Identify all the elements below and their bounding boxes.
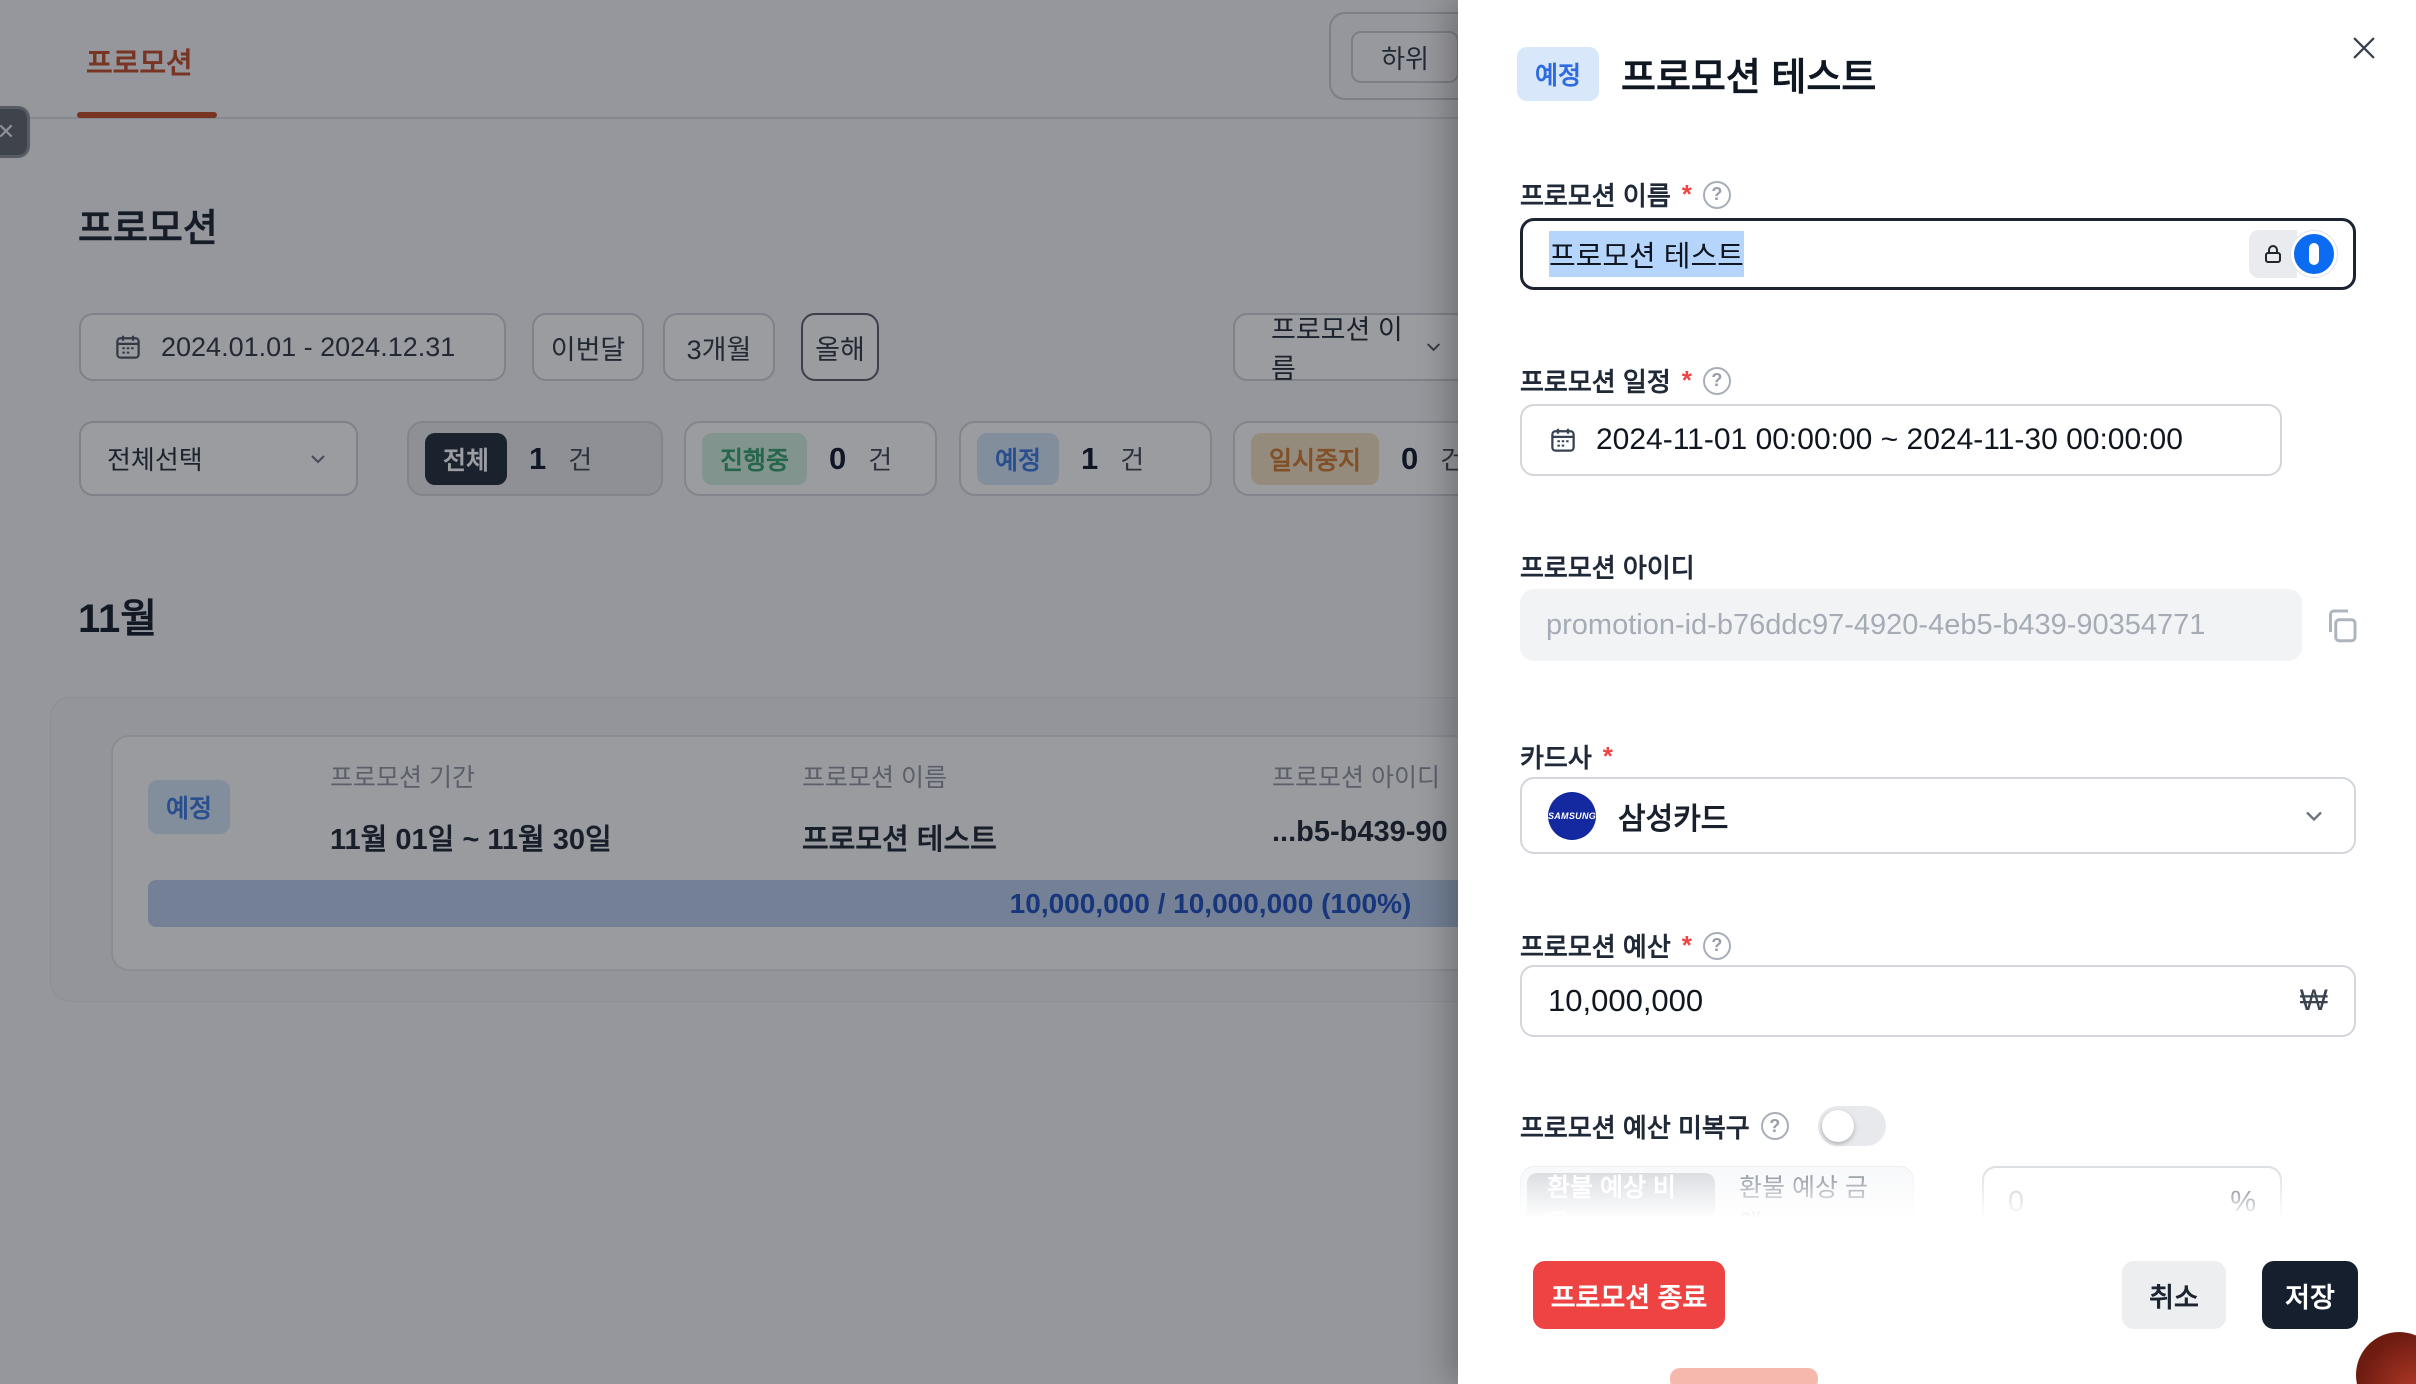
required-asterisk: *: [1603, 741, 1613, 772]
drawer-title: 프로모션 테스트: [1621, 46, 1876, 101]
won-currency-icon: ₩: [2300, 984, 2328, 1018]
drawer-status-badge: 예정: [1517, 47, 1599, 101]
corner-artifact: [2356, 1332, 2416, 1384]
copy-icon: [2320, 604, 2362, 646]
cancel-button[interactable]: 취소: [2122, 1261, 2226, 1329]
schedule-field-label-row: 프로모션 일정 * ?: [1520, 362, 1731, 399]
field-label: 프로모션 일정: [1520, 362, 1671, 399]
budget-value: 10,000,000: [1548, 983, 1703, 1019]
drawer-footer: 프로모션 종료 취소 저장: [1458, 1248, 2416, 1384]
norecover-toggle[interactable]: [1818, 1106, 1886, 1146]
budget-field-label-row: 프로모션 예산 * ?: [1520, 927, 1731, 964]
calendar-icon: [1548, 425, 1578, 455]
promotion-id-input: promotion-id-b76ddc97-4920-4eb5-b439-903…: [1520, 589, 2302, 661]
card-company-select[interactable]: SAMSUNG 삼성카드: [1520, 777, 2356, 854]
partially-visible-element: [1670, 1368, 1818, 1384]
field-label: 프로모션 아이디: [1520, 548, 1695, 585]
required-asterisk: *: [1682, 930, 1692, 961]
field-label: 프로모션 예산: [1520, 927, 1671, 964]
help-icon[interactable]: ?: [1703, 932, 1731, 960]
save-button[interactable]: 저장: [2262, 1261, 2358, 1329]
card-field-label-row: 카드사 *: [1520, 738, 1613, 775]
field-label: 프로모션 예산 미복구: [1520, 1108, 1750, 1145]
promotion-id-value: promotion-id-b76ddc97-4920-4eb5-b439-903…: [1546, 609, 2205, 642]
screen: 프로모션 ✕ 하위 프로모션 2024.01.01 - 2024.12.31 이…: [0, 0, 2416, 1384]
field-label: 카드사: [1520, 738, 1592, 775]
help-icon[interactable]: ?: [1703, 181, 1731, 209]
budget-input[interactable]: 10,000,000 ₩: [1520, 965, 2356, 1037]
field-label: 프로모션 이름: [1520, 176, 1671, 213]
help-icon[interactable]: ?: [1703, 367, 1731, 395]
promotion-name-value: 프로모션 테스트: [1549, 231, 1744, 277]
copy-button[interactable]: [2320, 604, 2362, 646]
end-promotion-button[interactable]: 프로모션 종료: [1533, 1261, 1725, 1329]
help-icon[interactable]: ?: [1761, 1112, 1789, 1140]
password-manager-widget[interactable]: [2249, 230, 2337, 278]
close-button[interactable]: [2342, 26, 2386, 70]
samsung-logo-icon: SAMSUNG: [1548, 792, 1596, 840]
card-company-value: 삼성카드: [1618, 794, 2278, 838]
required-asterisk: *: [1682, 179, 1692, 210]
norecover-row: 프로모션 예산 미복구 ?: [1520, 1106, 1886, 1146]
drawer-header: 예정 프로모션 테스트: [1517, 46, 1876, 101]
close-icon: [2347, 31, 2381, 65]
chevron-down-icon: [2300, 802, 2328, 830]
promotion-name-input[interactable]: 프로모션 테스트: [1520, 218, 2356, 290]
required-asterisk: *: [1682, 365, 1692, 396]
toggle-knob: [1822, 1110, 1854, 1142]
promotion-drawer: 예정 프로모션 테스트 프로모션 이름 * ? 프로모션 테스트 프로모션 일정…: [1458, 0, 2416, 1384]
footer-fade: [1458, 1163, 2416, 1248]
schedule-range-value: 2024-11-01 00:00:00 ~ 2024-11-30 00:00:0…: [1596, 423, 2183, 457]
lock-icon: [2249, 230, 2297, 278]
id-field-label-row: 프로모션 아이디: [1520, 548, 1695, 585]
schedule-range-picker[interactable]: 2024-11-01 00:00:00 ~ 2024-11-30 00:00:0…: [1520, 404, 2282, 476]
onepassword-icon: [2291, 231, 2337, 277]
name-field-label-row: 프로모션 이름 * ?: [1520, 176, 1731, 213]
